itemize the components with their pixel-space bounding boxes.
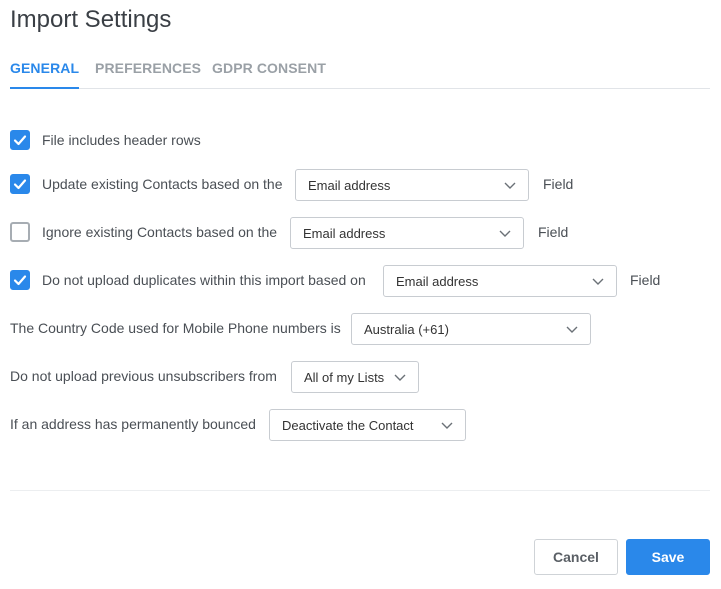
unsubscribers-option: Do not upload previous unsubscribers fro… xyxy=(10,359,277,393)
ignore-existing-field-select[interactable]: Email address xyxy=(290,217,524,249)
chevron-down-icon xyxy=(499,230,511,237)
update-existing-field-suffix: Field xyxy=(543,176,574,192)
checkmark-icon xyxy=(13,275,27,286)
chevron-down-icon xyxy=(504,182,516,189)
footer-divider xyxy=(10,490,710,491)
unsubscribers-value: All of my Lists xyxy=(304,369,385,385)
update-existing-checkbox[interactable] xyxy=(10,174,30,194)
no-duplicates-option: Do not upload duplicates within this imp… xyxy=(10,263,366,297)
no-duplicates-checkbox[interactable] xyxy=(10,270,30,290)
no-duplicates-field-select[interactable]: Email address xyxy=(383,265,617,297)
country-code-value: Australia (+61) xyxy=(364,321,449,337)
save-button[interactable]: Save xyxy=(626,539,710,575)
bounced-option: If an address has permanently bounced xyxy=(10,407,256,441)
chevron-down-icon xyxy=(394,374,406,381)
checkmark-icon xyxy=(13,179,27,190)
update-existing-field-value: Email address xyxy=(308,177,391,193)
cancel-button[interactable]: Cancel xyxy=(534,539,618,575)
no-duplicates-field-suffix: Field xyxy=(630,272,661,288)
country-code-option: The Country Code used for Mobile Phone n… xyxy=(10,311,341,345)
bounced-value: Deactivate the Contact xyxy=(282,417,414,433)
ignore-existing-checkbox[interactable] xyxy=(10,222,30,242)
header-rows-option: File includes header rows xyxy=(10,123,201,157)
chevron-down-icon xyxy=(441,422,453,429)
no-duplicates-field-value: Email address xyxy=(396,273,479,289)
ignore-existing-option: Ignore existing Contacts based on the xyxy=(10,215,277,249)
country-code-label: The Country Code used for Mobile Phone n… xyxy=(10,320,341,336)
chevron-down-icon xyxy=(592,278,604,285)
tab-preferences[interactable]: PREFERENCES xyxy=(95,60,201,89)
update-existing-field-select[interactable]: Email address xyxy=(295,169,529,201)
header-rows-label: File includes header rows xyxy=(42,132,201,148)
chevron-down-icon xyxy=(566,326,578,333)
update-existing-label: Update existing Contacts based on the xyxy=(42,176,283,192)
bounced-label: If an address has permanently bounced xyxy=(10,416,256,432)
checkmark-icon xyxy=(13,135,27,146)
tab-gdpr-consent[interactable]: GDPR CONSENT xyxy=(212,60,326,89)
country-code-select[interactable]: Australia (+61) xyxy=(351,313,591,345)
unsubscribers-label: Do not upload previous unsubscribers fro… xyxy=(10,368,277,384)
page-title: Import Settings xyxy=(10,6,172,33)
ignore-existing-field-value: Email address xyxy=(303,225,386,241)
update-existing-option: Update existing Contacts based on the xyxy=(10,167,283,201)
ignore-existing-label: Ignore existing Contacts based on the xyxy=(42,224,278,240)
unsubscribers-select[interactable]: All of my Lists xyxy=(291,361,419,393)
header-rows-checkbox[interactable] xyxy=(10,130,30,150)
tab-bar: GENERAL PREFERENCES GDPR CONSENT xyxy=(10,60,710,89)
bounced-select[interactable]: Deactivate the Contact xyxy=(269,409,466,441)
ignore-existing-field-suffix: Field xyxy=(538,224,569,240)
tab-general[interactable]: GENERAL xyxy=(10,60,80,89)
no-duplicates-label: Do not upload duplicates within this imp… xyxy=(42,272,366,288)
